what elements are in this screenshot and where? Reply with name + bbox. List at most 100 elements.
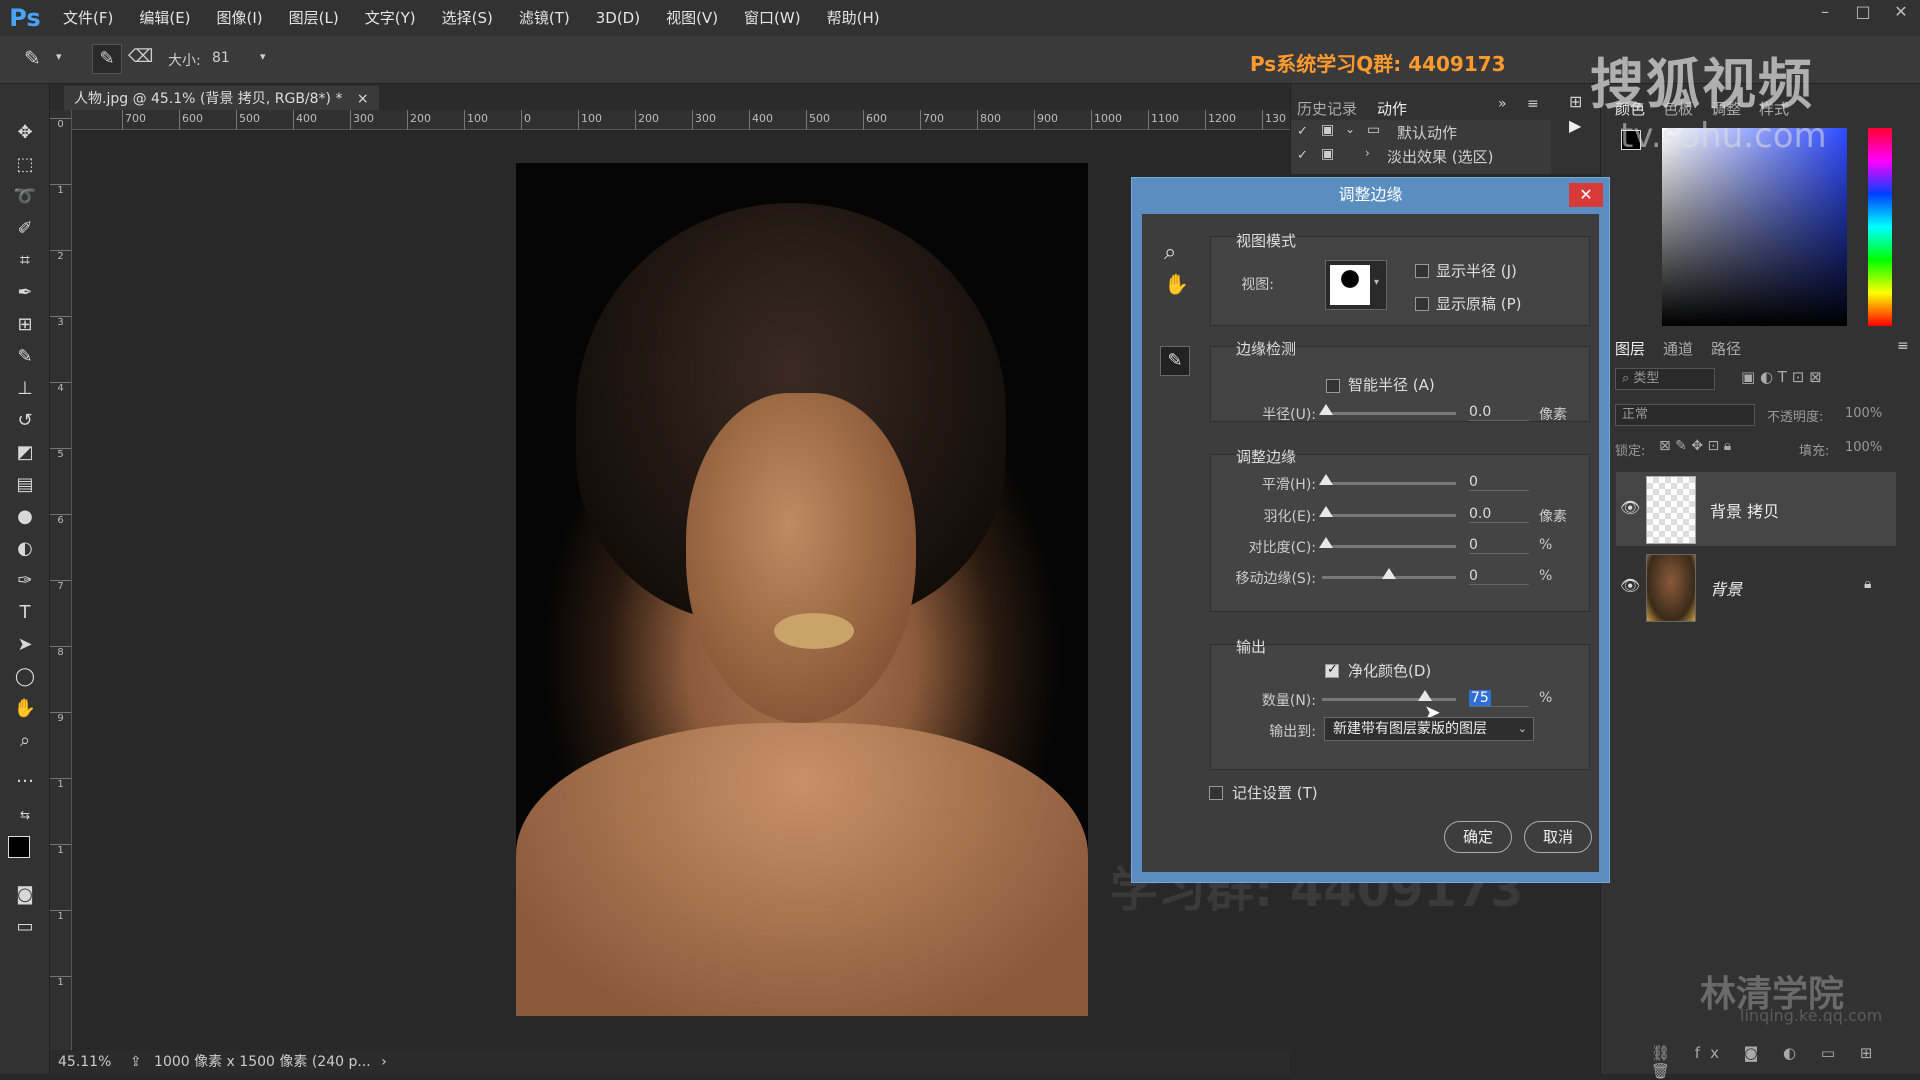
smart-radius-checkbox[interactable]: [1326, 379, 1340, 393]
path-select-tool-icon[interactable]: ➤: [10, 632, 40, 658]
brush-tool-icon[interactable]: ✎: [24, 46, 41, 70]
chevron-down-icon[interactable]: ⌄: [1345, 122, 1355, 136]
eyedropper-tool-icon[interactable]: ✒: [10, 280, 40, 306]
layer-row[interactable]: 👁︎ 背景 拷贝: [1616, 472, 1896, 546]
layer-name[interactable]: 背景 拷贝: [1710, 498, 1779, 522]
tab-paths[interactable]: 路径: [1711, 338, 1741, 359]
show-radius-checkbox[interactable]: [1415, 264, 1429, 278]
swap-colors-icon[interactable]: ⇆: [10, 802, 40, 828]
shift-edge-value[interactable]: 0: [1469, 568, 1529, 585]
menu-image[interactable]: 图像(I): [204, 0, 276, 36]
feather-value[interactable]: 0.0: [1469, 506, 1529, 523]
show-original-checkbox[interactable]: [1415, 297, 1429, 311]
layer-name[interactable]: 背景: [1710, 576, 1742, 600]
erase-refinements-tool-icon[interactable]: ⌫: [128, 46, 153, 67]
tab-channels[interactable]: 通道: [1663, 338, 1693, 359]
panel-collapse-icon[interactable]: »: [1498, 96, 1507, 112]
quick-select-tool-icon[interactable]: ✐: [10, 216, 40, 242]
healing-tool-icon[interactable]: ⊞: [10, 312, 40, 338]
marquee-tool-icon[interactable]: ⬚: [10, 152, 40, 178]
chevron-right-icon[interactable]: ›: [1365, 146, 1370, 160]
ok-button[interactable]: 确定: [1444, 821, 1512, 853]
screen-mode-icon[interactable]: ▭: [10, 914, 40, 940]
size-value[interactable]: 81: [212, 50, 230, 66]
close-tab-icon[interactable]: ×: [357, 91, 369, 107]
export-icon[interactable]: ⇪: [130, 1054, 142, 1070]
hue-slider[interactable]: [1868, 128, 1892, 326]
minimize-icon[interactable]: –: [1806, 0, 1844, 36]
layer-row[interactable]: 👁︎ 背景 🔒︎: [1616, 550, 1896, 624]
filter-icons[interactable]: ▣ ◐ T ⊡ ⊠: [1741, 368, 1822, 386]
menu-edit[interactable]: 编辑(E): [126, 0, 203, 36]
tab-history[interactable]: 历史记录: [1297, 98, 1357, 119]
action-fade-effect[interactable]: 淡出效果 (选区): [1387, 146, 1493, 167]
menu-help[interactable]: 帮助(H): [814, 0, 893, 36]
radius-slider-knob[interactable]: [1319, 404, 1333, 415]
lock-icons[interactable]: ⊠ ✎ ✥ ⊡ 🔒︎: [1659, 438, 1731, 454]
opacity-value[interactable]: 100%: [1845, 406, 1882, 421]
eye-icon[interactable]: 👁︎: [1620, 498, 1640, 517]
portrait-photo[interactable]: [516, 163, 1088, 1016]
gradient-tool-icon[interactable]: ▤: [10, 472, 40, 498]
more-tools-icon[interactable]: …: [10, 764, 40, 790]
menu-filter[interactable]: 滤镜(T): [506, 0, 583, 36]
output-to-select[interactable]: 新建带有图层蒙版的图层 ⌄: [1324, 717, 1534, 741]
amount-value-field[interactable]: 75: [1469, 690, 1529, 707]
play-icon[interactable]: ▶: [1569, 116, 1581, 135]
view-select[interactable]: ▾: [1325, 260, 1387, 310]
move-tool-icon[interactable]: ✥: [10, 120, 40, 146]
shift-edge-slider-knob[interactable]: [1382, 568, 1396, 579]
menu-3d[interactable]: 3D(D): [583, 0, 653, 36]
tab-layers[interactable]: 图层: [1615, 338, 1645, 359]
lasso-tool-icon[interactable]: ➰: [10, 184, 40, 210]
feather-slider-track[interactable]: [1322, 514, 1456, 517]
layer-action-icons[interactable]: ⛓ fx ◙ ◐ ▭ ⊞ 🗑︎: [1651, 1044, 1920, 1080]
history-brush-tool-icon[interactable]: ↺: [10, 408, 40, 434]
menu-file[interactable]: 文件(F): [50, 0, 126, 36]
fill-value[interactable]: 100%: [1845, 440, 1882, 455]
zoom-icon[interactable]: ⌕: [1164, 240, 1176, 265]
dialog-toggle-icon[interactable]: ▣: [1321, 122, 1334, 138]
blur-tool-icon[interactable]: ●: [10, 504, 40, 530]
zoom-level[interactable]: 45.11%: [58, 1054, 111, 1070]
crop-tool-icon[interactable]: ⌗: [10, 248, 40, 274]
zoom-tool-icon[interactable]: ⌕: [10, 728, 40, 754]
pen-tool-icon[interactable]: ✑: [10, 568, 40, 594]
tab-actions[interactable]: 动作: [1377, 98, 1407, 119]
smooth-slider-track[interactable]: [1322, 482, 1456, 485]
menu-layer[interactable]: 图层(L): [276, 0, 352, 36]
check-icon[interactable]: ✓: [1297, 148, 1308, 163]
menu-type[interactable]: 文字(Y): [352, 0, 429, 36]
eye-icon[interactable]: 👁︎: [1620, 576, 1640, 595]
actions-icon[interactable]: ⊞: [1569, 92, 1582, 111]
color-picker-field[interactable]: [1662, 128, 1847, 326]
feather-slider-knob[interactable]: [1319, 506, 1333, 517]
check-icon[interactable]: ✓: [1297, 124, 1308, 139]
panel-menu-icon[interactable]: ≡: [1897, 338, 1909, 354]
menu-view[interactable]: 视图(V): [653, 0, 731, 36]
hand-tool-icon[interactable]: ✋: [10, 696, 40, 722]
blend-mode-select[interactable]: 正常: [1615, 404, 1755, 426]
cancel-button[interactable]: 取消: [1524, 821, 1592, 853]
ellipse-tool-icon[interactable]: ◯: [10, 664, 40, 690]
document-tab[interactable]: 人物.jpg @ 45.1% (背景 拷贝, RGB/8*) * ×: [64, 86, 379, 110]
radius-value[interactable]: 0.0: [1469, 404, 1529, 421]
document-info[interactable]: 1000 像素 x 1500 像素 (240 p...: [154, 1054, 371, 1070]
contrast-slider-knob[interactable]: [1319, 537, 1333, 548]
menu-window[interactable]: 窗口(W): [731, 0, 814, 36]
close-icon[interactable]: ✕: [1882, 0, 1920, 36]
panel-menu-icon[interactable]: ≡: [1527, 96, 1539, 112]
dodge-tool-icon[interactable]: ◐: [10, 536, 40, 562]
chevron-right-icon[interactable]: ›: [381, 1054, 387, 1070]
quick-mask-icon[interactable]: ◙: [10, 882, 40, 908]
action-set-default[interactable]: 默认动作: [1397, 122, 1457, 143]
eraser-tool-icon[interactable]: ◩: [10, 440, 40, 466]
chevron-down-icon[interactable]: ▾: [56, 50, 62, 63]
type-tool-icon[interactable]: T: [10, 600, 40, 626]
chevron-down-icon[interactable]: ▾: [260, 50, 266, 63]
menu-select[interactable]: 选择(S): [429, 0, 506, 36]
refine-radius-tool-icon[interactable]: ✎: [92, 44, 122, 74]
refine-radius-tool-icon[interactable]: ✎: [1160, 346, 1190, 376]
dialog-close-button[interactable]: ✕: [1569, 183, 1603, 207]
layer-filter-select[interactable]: ⌕ 类型: [1615, 368, 1715, 390]
